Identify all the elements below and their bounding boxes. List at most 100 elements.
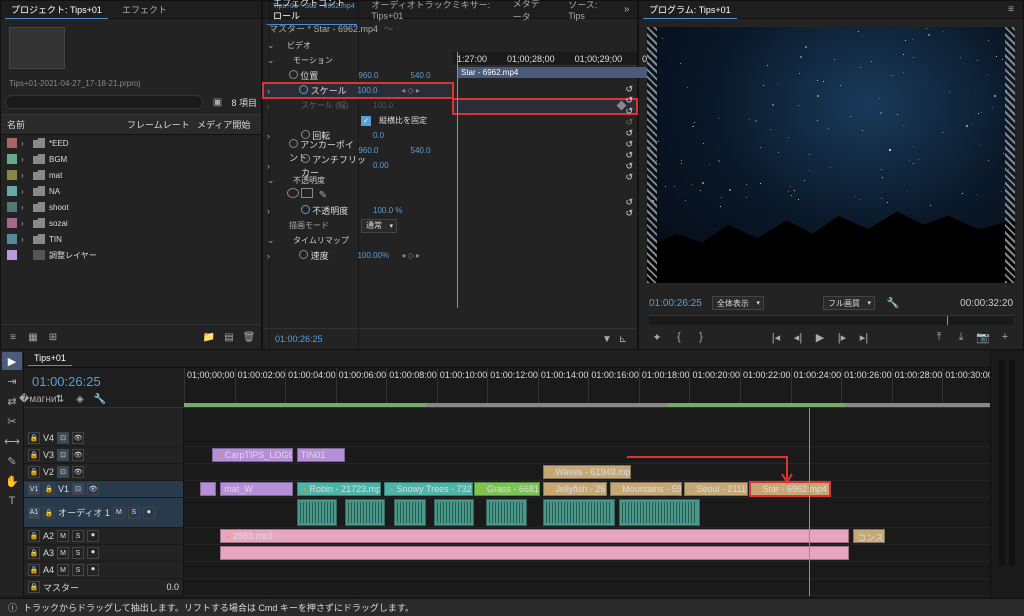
search-input[interactable] <box>5 95 203 109</box>
audio-clip[interactable] <box>394 499 426 526</box>
freeform-view-icon[interactable]: ⊞ <box>45 329 61 345</box>
clip-konsu[interactable]: コンス <box>853 529 885 543</box>
pen-tool[interactable]: ✎ <box>2 452 22 470</box>
bin-row[interactable]: ›*EED <box>1 135 261 151</box>
track-header-a3[interactable]: 🔒A3MS⏺ <box>24 545 183 562</box>
panel-menu-icon[interactable]: » <box>620 2 633 18</box>
track-header-a1[interactable]: A1🔒オーディオ 1MS⏺ <box>24 498 183 528</box>
uniform-scale-checkbox[interactable]: ✓ <box>361 116 371 126</box>
audio-clip[interactable] <box>297 499 337 526</box>
step-back-icon[interactable]: ◂| <box>790 329 806 345</box>
zoom-select[interactable]: 全体表示 <box>712 296 764 310</box>
program-timecode[interactable]: 01:00:26:25 <box>649 298 702 309</box>
video-section[interactable]: ビデオ <box>279 40 369 51</box>
stopwatch-icon[interactable] <box>301 154 310 163</box>
export-frame-icon[interactable]: 📷 <box>975 329 991 345</box>
rect-mask-icon[interactable] <box>301 188 313 198</box>
scale-keyframe-lane[interactable] <box>453 99 637 114</box>
tab-project[interactable]: プロジェクト: Tips+01 <box>5 1 108 19</box>
clip-jelly[interactable]: 🔸Jellyfish - 26818.mp4 <box>543 482 607 496</box>
col-name[interactable]: 名前 <box>7 118 127 131</box>
wrench-icon[interactable]: 🔧 <box>885 295 901 311</box>
timeline-playhead[interactable] <box>809 408 810 596</box>
opacity-section[interactable]: 不透明度 <box>279 175 369 186</box>
audio-clip[interactable] <box>345 499 385 526</box>
clip-tin01[interactable]: TIN01 <box>297 448 345 462</box>
bin-row[interactable]: ›mat <box>1 167 261 183</box>
bin-row[interactable]: ›TIN <box>1 231 261 247</box>
hand-tool[interactable]: ✋ <box>2 472 22 490</box>
bin-row[interactable]: ›shoot <box>1 199 261 215</box>
track-header-a2[interactable]: 🔒A2MS⏺ <box>24 528 183 545</box>
timeline-timecode[interactable]: 01:00:26:25 <box>32 374 176 389</box>
effect-timeline[interactable]: 1:27:0001;00;28;0001;00;29;0001;00;30;00… <box>453 52 637 308</box>
selection-tool[interactable]: ▶ <box>2 352 22 370</box>
work-area-bar[interactable] <box>184 403 990 407</box>
quality-select[interactable]: フル画質 <box>823 296 875 310</box>
timeremap-section[interactable]: タイムリマップ <box>279 235 369 246</box>
panel-menu-icon[interactable]: ≡ <box>1003 2 1019 18</box>
link-icon[interactable]: ⇅ <box>52 391 68 407</box>
clip-2883-a3[interactable] <box>220 546 849 560</box>
sequence-tab[interactable]: Tips+01 <box>28 351 72 366</box>
bin-row[interactable]: ›sozai <box>1 215 261 231</box>
clip-mountains[interactable]: 🔸Mountains - 59291.mp4 <box>610 482 683 496</box>
marker-icon[interactable]: ◈ <box>72 391 88 407</box>
program-viewport[interactable] <box>647 27 1015 283</box>
program-ruler[interactable] <box>649 315 1013 325</box>
col-mediastart[interactable]: メディア開始 <box>197 118 250 131</box>
stopwatch-icon[interactable] <box>289 70 298 79</box>
position-x[interactable]: 960.0 <box>358 71 406 80</box>
clip-star[interactable]: 🔸Star - 6962.mp4 <box>750 482 831 496</box>
rotation-value[interactable]: 0.0 <box>373 131 423 140</box>
blend-mode-select[interactable]: 通常 <box>361 219 397 233</box>
opacity-value[interactable]: 100.0 % <box>373 206 423 215</box>
scale-property-row[interactable]: › スケール100.0◂ ◇ ▸ <box>263 83 453 98</box>
audio-clip[interactable] <box>543 499 616 526</box>
stopwatch-icon[interactable] <box>299 250 308 259</box>
bin-icon[interactable]: ▣ <box>209 94 225 110</box>
position-y[interactable]: 540.0 <box>411 71 449 80</box>
bin-row[interactable]: ›NA <box>1 183 261 199</box>
bin-row[interactable]: ›BGM <box>1 151 261 167</box>
trash-icon[interactable]: 🗑 <box>241 329 257 345</box>
clip-carptips[interactable]: 🔸CarpTIPS_LOGO_21040 <box>212 448 293 462</box>
effect-clip-bar[interactable]: Star - 6962.mp4 <box>457 67 657 78</box>
track-header-a4[interactable]: 🔒A4MS⏺ <box>24 562 183 579</box>
stopwatch-icon[interactable] <box>289 139 298 148</box>
out-point-icon[interactable]: } <box>693 329 709 345</box>
icon-view-icon[interactable]: ▦ <box>25 329 41 345</box>
clip-waves[interactable]: 🔸Waves - 61949.mp4 <box>543 465 632 479</box>
adjustment-layer-row[interactable]: 調整レイヤー <box>1 247 261 263</box>
audio-clip[interactable] <box>486 499 526 526</box>
in-point-icon[interactable]: { <box>671 329 687 345</box>
effect-playhead[interactable] <box>457 52 458 308</box>
audio-clip[interactable] <box>619 499 700 526</box>
track-select-tool[interactable]: ⇥ <box>2 372 22 390</box>
antiflicker-value[interactable]: 0.00 <box>373 161 423 170</box>
clip-matw[interactable]: mat_W <box>220 482 293 496</box>
zoom-icon[interactable]: ⊾ <box>615 331 631 347</box>
settings-icon[interactable]: 🔧 <box>92 391 108 407</box>
razor-tool[interactable]: ✂ <box>2 412 22 430</box>
track-header-v1[interactable]: V1🔒V1⊡👁 <box>24 481 183 498</box>
pen-mask-icon[interactable]: ✎ <box>315 188 331 204</box>
step-fwd-icon[interactable]: |▸ <box>834 329 850 345</box>
reset-icon[interactable]: ↺ <box>625 106 633 117</box>
track-header-v4[interactable]: 🔒V4⊡👁 <box>24 430 183 447</box>
new-bin-icon[interactable]: 📁 <box>201 329 217 345</box>
extract-icon[interactable]: ⤓ <box>953 329 969 345</box>
reset-icon[interactable]: ↺ <box>625 95 633 106</box>
slip-tool[interactable]: ⟷ <box>2 432 22 450</box>
tab-program[interactable]: プログラム: Tips+01 <box>643 1 737 19</box>
filter-icon[interactable]: ▼ <box>599 331 615 347</box>
timeline-ruler[interactable]: 01;00;00;0001:00:02:0001:00:04:0001:00:0… <box>184 368 990 407</box>
go-out-icon[interactable]: ▸| <box>856 329 872 345</box>
clip[interactable] <box>200 482 216 496</box>
clip-2883[interactable]: 🔸2883.mp3 <box>220 529 849 543</box>
settings-icon[interactable]: + <box>997 329 1013 345</box>
clip-seoul[interactable]: 🔸Seoul - 21118.mp4 <box>684 482 748 496</box>
track-header-v2[interactable]: 🔒V2⊡👁 <box>24 464 183 481</box>
clip-snowy[interactable]: 🔸Snowy Trees - 7328.mp4 <box>384 482 473 496</box>
anchor-y[interactable]: 540.0 <box>411 146 449 155</box>
